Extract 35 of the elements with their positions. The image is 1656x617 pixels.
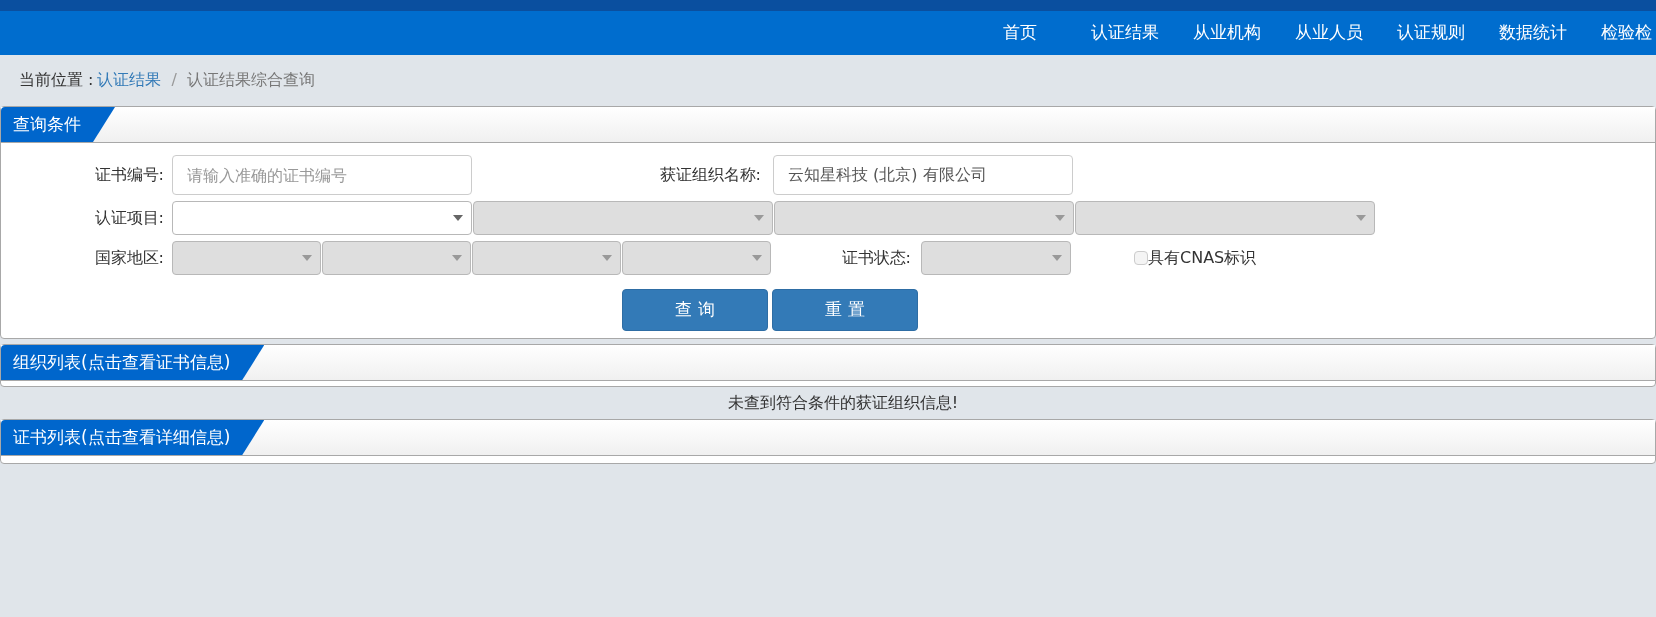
panel-title: 证书列表(点击查看详细信息): [1, 420, 265, 455]
caret-icon: [602, 255, 612, 261]
field-label: 国家地区:: [93, 247, 165, 269]
field-label: 证书状态:: [840, 247, 912, 269]
action-button[interactable]: 重 置: [772, 289, 918, 331]
caret-icon: [754, 215, 764, 221]
panel-title: 组织列表(点击查看证书信息): [1, 345, 265, 380]
breadcrumb-separator: /: [171, 69, 177, 91]
input-field[interactable]: 云知星科技 (北京) 有限公司: [773, 155, 1073, 195]
caret-icon: [302, 255, 312, 261]
empty-message: 未查到符合条件的获证组织信息!: [726, 392, 959, 414]
caret-icon: [752, 255, 762, 261]
dropdown-select[interactable]: [172, 201, 472, 235]
nav-link[interactable]: 数据统计: [1499, 20, 1567, 46]
input-field[interactable]: 请输入准确的证书编号: [172, 155, 472, 195]
breadcrumb-link[interactable]: 认证结果: [97, 68, 162, 92]
action-button[interactable]: 查 询: [622, 289, 768, 331]
breadcrumb-current: 认证结果综合查询: [186, 69, 315, 91]
caret-icon: [1356, 215, 1366, 221]
breadcrumb-prefix: 当前位置 :: [19, 69, 94, 91]
nav-link[interactable]: 认证规则: [1397, 20, 1465, 46]
caret-icon: [1052, 255, 1062, 261]
nav-link[interactable]: 从业人员: [1295, 20, 1363, 46]
checkbox-label: 具有CNAS标识: [1148, 247, 1257, 269]
caret-icon: [452, 255, 462, 261]
field-label: 获证组织名称:: [658, 164, 762, 186]
field-label: 认证项目:: [93, 207, 165, 229]
nav-link[interactable]: 检验检: [1601, 20, 1652, 46]
nav-link[interactable]: 首页: [1003, 20, 1037, 46]
field-label: 证书编号:: [93, 164, 165, 186]
panel-title: 查询条件: [1, 107, 115, 142]
caret-icon: [1055, 215, 1065, 221]
nav-link[interactable]: 认证结果: [1091, 20, 1159, 46]
nav-link[interactable]: 从业机构: [1193, 20, 1261, 46]
caret-icon: [453, 215, 463, 221]
